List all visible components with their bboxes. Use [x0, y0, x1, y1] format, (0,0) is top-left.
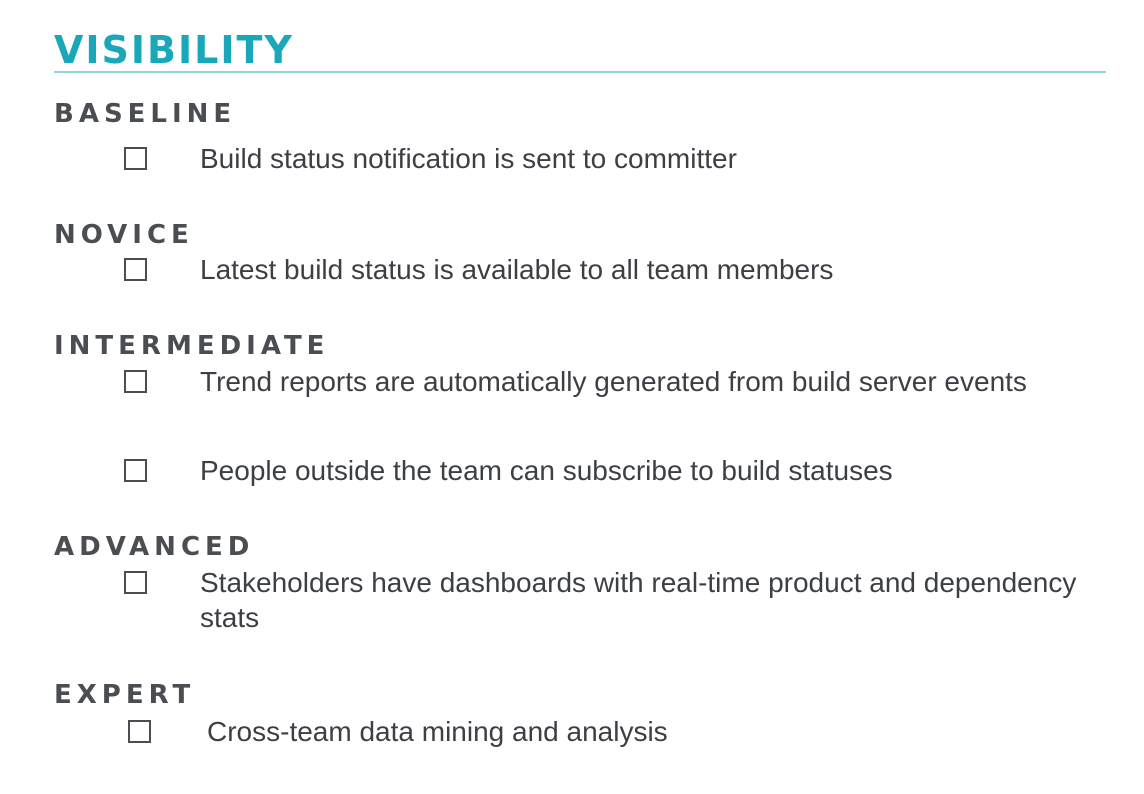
- title-divider: [54, 71, 1106, 73]
- checklist-item-text: Cross-team data mining and analysis: [207, 716, 668, 747]
- checkbox-icon[interactable]: [124, 258, 147, 281]
- checklist-item-text: Latest build status is available to all …: [200, 254, 834, 285]
- page-title: VISIBILITY: [54, 28, 294, 72]
- checkbox-icon[interactable]: [128, 720, 151, 743]
- checklist-item: Cross-team data mining and analysis: [128, 714, 1118, 749]
- checklist-item: People outside the team can subscribe to…: [124, 453, 1114, 488]
- checklist-item: Latest build status is available to all …: [124, 252, 1114, 287]
- checkbox-icon[interactable]: [124, 370, 147, 393]
- level-heading-novice: NOVICE: [54, 220, 194, 250]
- checkbox-icon[interactable]: [124, 459, 147, 482]
- level-heading-expert: EXPERT: [54, 680, 196, 710]
- checkbox-icon[interactable]: [124, 147, 147, 170]
- checkbox-icon[interactable]: [124, 571, 147, 594]
- level-heading-advanced: ADVANCED: [54, 532, 255, 562]
- checklist-item-text: Stakeholders have dashboards with real-t…: [200, 567, 1077, 633]
- level-heading-baseline: BASELINE: [54, 99, 237, 129]
- checklist-item-text: Build status notification is sent to com…: [200, 143, 737, 174]
- checklist-item-text: Trend reports are automatically generate…: [200, 366, 1027, 397]
- checklist-item: Build status notification is sent to com…: [124, 141, 1114, 176]
- checklist-item: Stakeholders have dashboards with real-t…: [124, 565, 1114, 635]
- checklist-item-text: People outside the team can subscribe to…: [200, 455, 893, 486]
- checklist-item: Trend reports are automatically generate…: [124, 364, 1114, 399]
- level-heading-intermediate: INTERMEDIATE: [54, 331, 330, 361]
